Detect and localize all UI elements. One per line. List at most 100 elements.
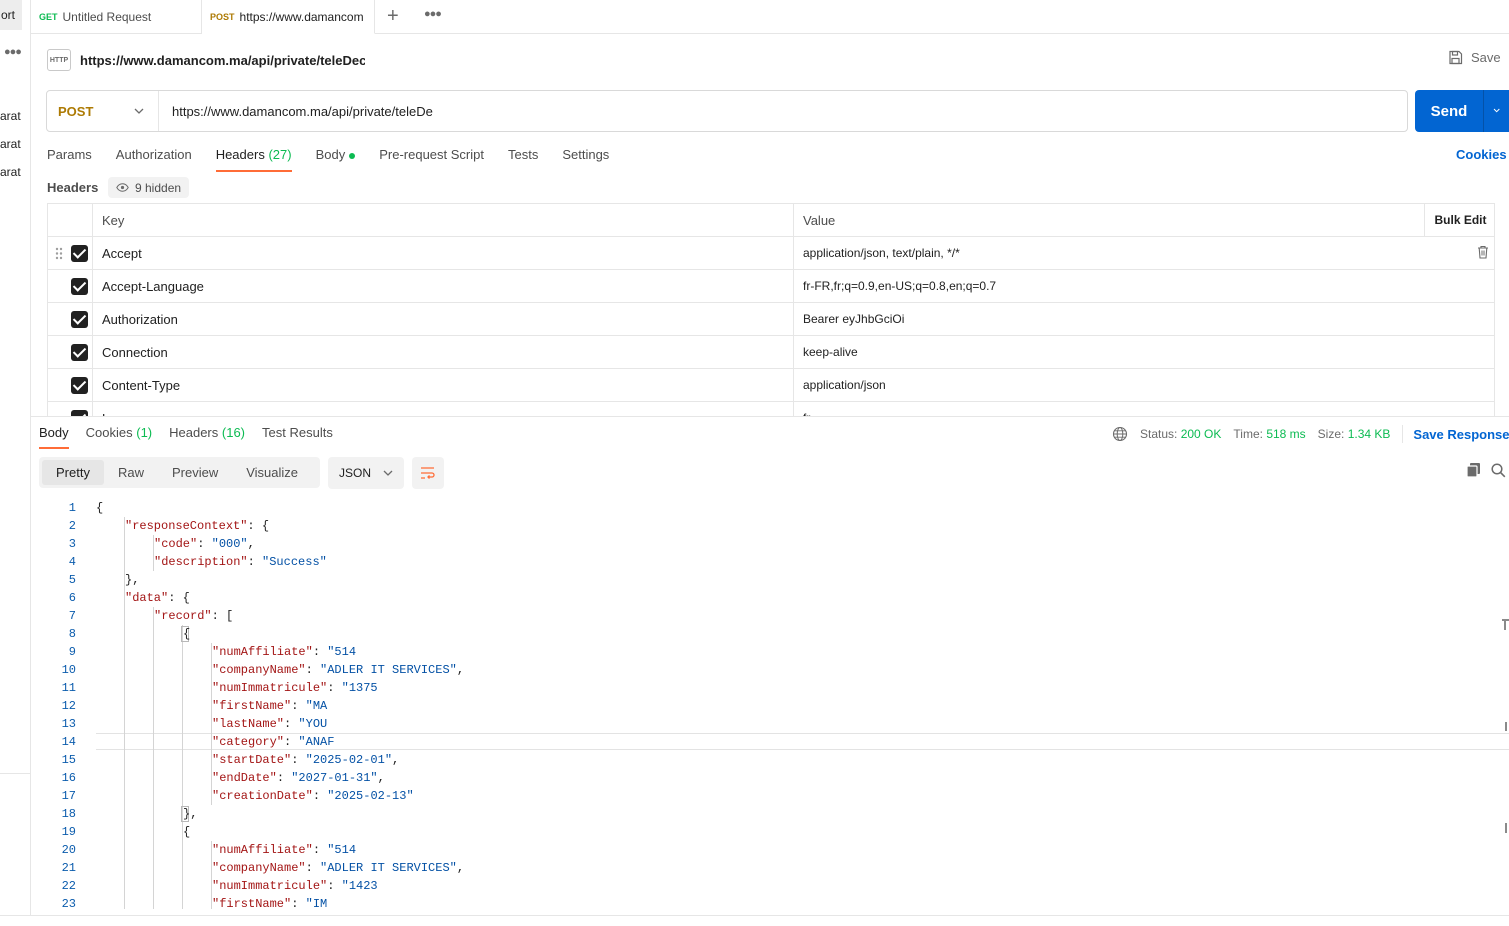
table-row[interactable]: Language fr <box>48 402 1494 417</box>
new-tab-plus-icon[interactable]: + <box>387 5 399 28</box>
search-icon[interactable] <box>1491 463 1506 478</box>
line-number: 19 <box>61 825 76 839</box>
send-options-chevron-icon[interactable] <box>1484 107 1502 115</box>
header-key[interactable]: Connection <box>93 336 794 369</box>
tab-body[interactable]: Body <box>316 146 356 172</box>
line-number: 2 <box>68 519 76 533</box>
wrap-lines-button[interactable] <box>412 457 444 489</box>
tab-authorization[interactable]: Authorization <box>116 146 192 172</box>
import-button[interactable]: ort <box>0 0 22 30</box>
line-number: 7 <box>68 609 76 623</box>
pane-divider[interactable] <box>31 416 1509 417</box>
header-key[interactable]: Content-Type <box>93 369 794 402</box>
header-value[interactable]: Bearer eyJhbGciOi <box>794 303 1494 336</box>
status-value[interactable]: 200 OK <box>1181 427 1222 441</box>
response-body-editor[interactable]: 1{2 "responseContext": {3 "code": "000", 4 "… <box>31 499 1509 909</box>
code-line: 16 "endDate": "2027-01-31", <box>31 769 1509 787</box>
header-enabled-checkbox[interactable] <box>71 377 88 394</box>
header-value[interactable]: fr <box>794 402 1494 417</box>
response-tab-body[interactable]: Body <box>39 425 69 449</box>
format-select[interactable]: JSON <box>328 457 404 489</box>
request-tab-bar: GET Untitled Request POST https://www.da… <box>31 0 1509 34</box>
copy-icon[interactable] <box>1466 462 1481 478</box>
globe-icon[interactable] <box>1112 426 1128 442</box>
view-tab-pretty[interactable]: Pretty <box>42 460 104 485</box>
tab-untitled-request[interactable]: GET Untitled Request <box>31 0 202 34</box>
response-tab-test-results[interactable]: Test Results <box>262 425 333 449</box>
scrollbar-marker <box>1505 823 1507 833</box>
header-enabled-checkbox[interactable] <box>71 245 88 262</box>
header-key[interactable]: Accept-Language <box>93 270 794 303</box>
method-label: POST <box>58 103 94 119</box>
url-bar: POST <box>46 90 1408 132</box>
method-select[interactable]: POST <box>47 91 159 131</box>
tab-settings[interactable]: Settings <box>562 146 609 172</box>
header-value[interactable]: application/json <box>794 369 1494 402</box>
table-row[interactable]: Connection keep-alive <box>48 336 1494 369</box>
code-text: "data": { <box>125 591 190 605</box>
body-indicator-dot <box>349 152 356 159</box>
code-text: "code": "000", <box>154 537 255 551</box>
response-tab-headers[interactable]: Headers (16) <box>169 425 245 449</box>
format-label: JSON <box>339 466 372 480</box>
tab-tests[interactable]: Tests <box>508 146 538 172</box>
code-line: 19 { <box>31 823 1509 841</box>
save-label: Save <box>1471 50 1501 65</box>
header-key[interactable]: Language <box>93 402 794 417</box>
meta-divider <box>1402 425 1404 443</box>
sidebar-item[interactable]: arat <box>0 137 30 151</box>
view-tab-visualize[interactable]: Visualize <box>232 460 312 485</box>
bulk-edit-button[interactable]: Bulk Edit <box>1424 204 1494 237</box>
code-line: 13 "lastName": "YOU <box>31 715 1509 733</box>
request-title[interactable]: https://www.damancom.ma/api/private/tele… <box>80 53 365 68</box>
code-text: "firstName": "MA <box>212 699 328 713</box>
header-enabled-checkbox[interactable] <box>71 311 88 328</box>
header-value[interactable]: application/json, text/plain, */* <box>794 237 1494 270</box>
code-line: 4 "description": "Success" <box>31 553 1509 571</box>
line-number: 3 <box>68 537 76 551</box>
header-value[interactable]: fr-FR,fr;q=0.9,en-US;q=0.8,en;q=0.7 <box>794 270 1494 303</box>
tab-options-icon[interactable]: ●●● <box>424 8 442 20</box>
header-enabled-checkbox[interactable] <box>71 344 88 361</box>
send-button[interactable]: Send <box>1415 90 1509 132</box>
view-tab-preview[interactable]: Preview <box>158 460 232 485</box>
table-row[interactable]: Content-Type application/json <box>48 369 1494 402</box>
code-line: 21 "companyName": "ADLER IT SERVICES", <box>31 859 1509 877</box>
drag-handle-icon[interactable] <box>55 247 63 260</box>
tab-headers[interactable]: Headers (27) <box>215 146 292 172</box>
code-text: "endDate": "2027-01-31", <box>212 771 385 785</box>
sidebar-item[interactable]: arat <box>0 109 30 123</box>
size-value[interactable]: 1.34 KB <box>1348 427 1391 441</box>
column-key: Key <box>93 204 794 237</box>
header-enabled-checkbox[interactable] <box>71 278 88 295</box>
response-tab-cookies[interactable]: Cookies (1) <box>86 425 152 449</box>
tab-method: POST <box>210 11 235 22</box>
view-tab-raw[interactable]: Raw <box>104 460 158 485</box>
table-row[interactable]: Accept-Language fr-FR,fr;q=0.9,en-US;q=0… <box>48 270 1494 303</box>
table-row[interactable]: Authorization Bearer eyJhbGciOi <box>48 303 1494 336</box>
cookies-link[interactable]: Cookies <box>1456 147 1507 162</box>
sidebar: ort ●●● arat arat arat <box>0 0 31 916</box>
hidden-headers-toggle[interactable]: 9 hidden <box>108 177 190 198</box>
table-header-row: Key Value Bulk Edit <box>48 204 1494 237</box>
tab-pre-request-script[interactable]: Pre-request Script <box>379 146 484 172</box>
code-line: 9 "numAffiliate": "514 <box>31 643 1509 661</box>
tab-params[interactable]: Params <box>47 146 92 172</box>
code-text: "firstName": "IM <box>212 897 328 909</box>
table-row[interactable]: Accept application/json, text/plain, */* <box>48 237 1494 270</box>
line-number: 9 <box>68 645 76 659</box>
header-key[interactable]: Authorization <box>93 303 794 336</box>
save-button[interactable]: Save <box>1448 50 1501 65</box>
sidebar-more-icon[interactable]: ●●● <box>4 46 22 58</box>
hidden-count: 9 hidden <box>135 180 182 195</box>
tab-damancom-request[interactable]: POST https://www.damancom <box>202 0 375 34</box>
header-key[interactable]: Accept <box>93 237 794 270</box>
url-input[interactable] <box>159 92 1407 130</box>
trash-icon[interactable] <box>1477 245 1489 259</box>
header-value[interactable]: keep-alive <box>794 336 1494 369</box>
sidebar-item[interactable]: arat <box>0 165 30 179</box>
save-response-button[interactable]: Save Response <box>1413 427 1509 442</box>
time-value[interactable]: 518 ms <box>1266 427 1305 441</box>
code-text: { <box>96 501 104 515</box>
code-line: 15 "startDate": "2025-02-01", <box>31 751 1509 769</box>
